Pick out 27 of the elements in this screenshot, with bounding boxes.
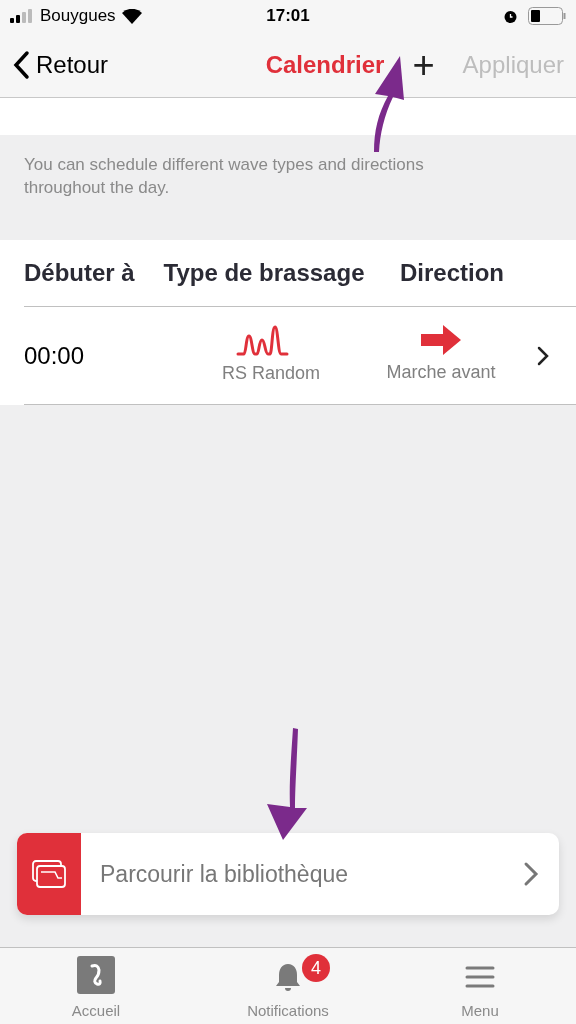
notification-badge: 4 <box>302 954 330 982</box>
chevron-right-icon <box>523 861 539 887</box>
browse-library-button[interactable]: Parcourir la bibliothèque <box>17 833 559 915</box>
wifi-icon <box>121 8 142 24</box>
info-text: You can schedule different wave types and directions throughout the day. <box>24 154 425 199</box>
add-button[interactable]: + <box>412 45 435 84</box>
column-header: Direction <box>399 258 505 288</box>
status-time: 17:01 <box>266 5 310 28</box>
column-header: Type de brassage <box>162 258 366 288</box>
start-time: 00:00 <box>24 340 86 371</box>
page-title: Calendrier <box>265 49 385 80</box>
chevron-right-icon <box>536 344 550 367</box>
schedule-row[interactable]: 00:00 RS Random Marche avant <box>24 307 576 405</box>
battery-icon <box>528 7 566 25</box>
tab-bar-item[interactable]: Menu <box>384 948 576 1024</box>
alarm-clock-icon <box>503 8 518 24</box>
signal-icon <box>10 9 34 23</box>
arrow-right-icon <box>421 325 461 355</box>
direction-label: Marche avant <box>386 361 496 384</box>
tab-bar-item[interactable]: Accueil <box>0 948 192 1024</box>
stacked-cards-icon <box>32 860 66 888</box>
column-header: Débuter à <box>24 258 136 288</box>
chevron-left-icon <box>12 49 30 80</box>
back-button[interactable]: Retour <box>12 46 109 83</box>
wave-type: RS Random <box>221 362 320 385</box>
tab-bar-item[interactable]: Notifications 4 <box>192 948 384 1024</box>
carrier-name: Bouygues <box>40 5 116 28</box>
